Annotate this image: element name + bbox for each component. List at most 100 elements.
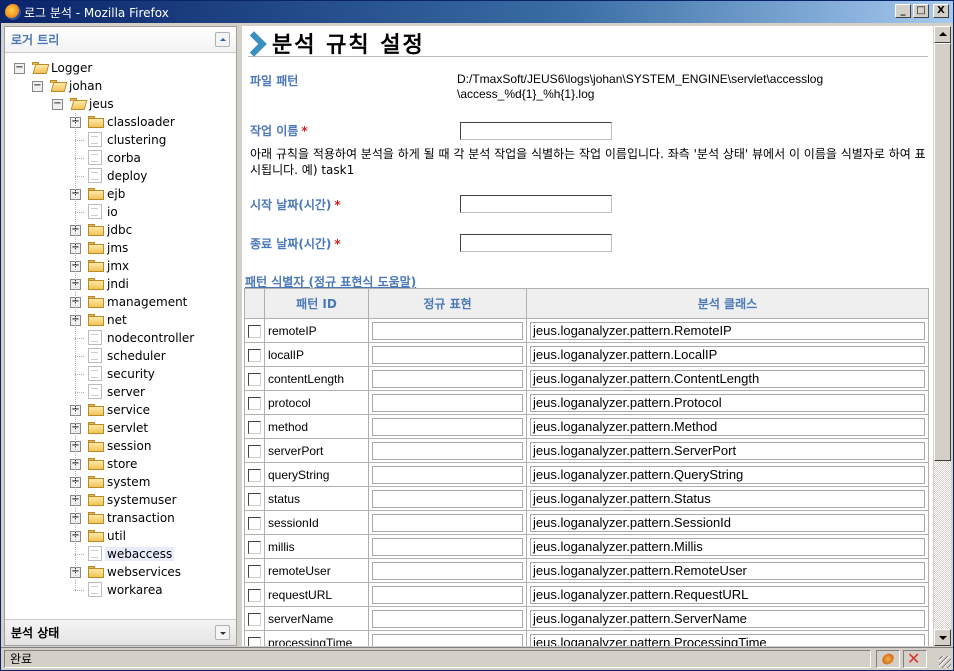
analysis-class-input[interactable]: jeus.loganalyzer.pattern.Status xyxy=(530,489,925,508)
scroll-up-arrow-icon[interactable] xyxy=(934,26,951,43)
stop-icon[interactable]: ✕ xyxy=(903,650,927,668)
tree-node-label[interactable]: server xyxy=(107,385,145,399)
row-checkbox[interactable] xyxy=(248,540,261,554)
tree-node-label[interactable]: jdbc xyxy=(107,223,132,237)
bug-icon[interactable] xyxy=(876,650,900,668)
collapse-icon[interactable]: − xyxy=(52,98,63,110)
regex-input[interactable] xyxy=(372,489,523,508)
tree-node-label[interactable]: systemuser xyxy=(107,493,177,507)
row-checkbox[interactable] xyxy=(248,468,261,482)
tree-node[interactable]: security xyxy=(5,365,236,383)
row-checkbox[interactable] xyxy=(248,372,261,386)
analysis-class-input[interactable]: jeus.loganalyzer.pattern.Method xyxy=(530,417,925,436)
tree-node-label[interactable]: jmx xyxy=(107,259,129,273)
analysis-class-input[interactable]: jeus.loganalyzer.pattern.RequestURL xyxy=(530,585,925,604)
tree-node[interactable]: + management xyxy=(5,293,236,311)
row-checkbox[interactable] xyxy=(248,324,261,338)
tree-node-label[interactable]: management xyxy=(107,295,187,309)
tree-node[interactable]: scheduler xyxy=(5,347,236,365)
tree-node[interactable]: corba xyxy=(5,149,236,167)
tree-node-label[interactable]: classloader xyxy=(107,115,175,129)
regex-input[interactable] xyxy=(372,633,523,646)
tree-node[interactable]: + jmx xyxy=(5,257,236,275)
analysis-class-input[interactable]: jeus.loganalyzer.pattern.LocalIP xyxy=(530,345,925,364)
tree-node-label[interactable]: deploy xyxy=(107,169,147,183)
start-date-input[interactable] xyxy=(460,195,612,213)
tree-node[interactable]: + util xyxy=(5,527,236,545)
collapse-panel-button[interactable] xyxy=(215,32,230,47)
end-date-input[interactable] xyxy=(460,234,612,252)
regex-input[interactable] xyxy=(372,417,523,436)
row-checkbox[interactable] xyxy=(248,420,261,434)
tree-node[interactable]: + jndi xyxy=(5,275,236,293)
tree-node-label[interactable]: net xyxy=(107,313,127,327)
tree-node-label[interactable]: workarea xyxy=(107,583,163,597)
tree-node[interactable]: + webservices xyxy=(5,563,236,581)
tree-node[interactable]: + classloader xyxy=(5,113,236,131)
tree-node[interactable]: + jms xyxy=(5,239,236,257)
tree-node[interactable]: + systemuser xyxy=(5,491,236,509)
vertical-scrollbar[interactable] xyxy=(934,26,951,646)
analysis-class-input[interactable]: jeus.loganalyzer.pattern.QueryString xyxy=(530,465,925,484)
tree-node[interactable]: + net xyxy=(5,311,236,329)
tree-node-label[interactable]: service xyxy=(107,403,150,417)
row-checkbox[interactable] xyxy=(248,588,261,602)
analysis-class-input[interactable]: jeus.loganalyzer.pattern.RemoteIP xyxy=(530,321,925,340)
tree-node[interactable]: clustering xyxy=(5,131,236,149)
tree-node[interactable]: + servlet xyxy=(5,419,236,437)
tree-node[interactable]: + store xyxy=(5,455,236,473)
tree-node-label[interactable]: util xyxy=(107,529,126,543)
analysis-class-input[interactable]: jeus.loganalyzer.pattern.Protocol xyxy=(530,393,925,412)
tree-node-label[interactable]: store xyxy=(107,457,137,471)
tree-node-label[interactable]: servlet xyxy=(107,421,148,435)
tree-node-label[interactable]: nodecontroller xyxy=(107,331,194,345)
tree-node-label[interactable]: clustering xyxy=(107,133,166,147)
tree-node[interactable]: webaccess xyxy=(5,545,236,563)
scroll-down-arrow-icon[interactable] xyxy=(934,629,951,646)
tree-node-label[interactable]: ejb xyxy=(107,187,125,201)
row-checkbox[interactable] xyxy=(248,348,261,362)
tree-node-label[interactable]: jndi xyxy=(107,277,129,291)
tree-node[interactable]: + service xyxy=(5,401,236,419)
tree-node[interactable]: server xyxy=(5,383,236,401)
tree-node-label[interactable]: io xyxy=(107,205,118,219)
row-checkbox[interactable] xyxy=(248,564,261,578)
tree-node-label[interactable]: jms xyxy=(107,241,128,255)
row-checkbox[interactable] xyxy=(248,612,261,626)
row-checkbox[interactable] xyxy=(248,492,261,506)
analysis-class-input[interactable]: jeus.loganalyzer.pattern.RemoteUser xyxy=(530,561,925,580)
tree-node-label[interactable]: session xyxy=(107,439,151,453)
tree-node[interactable]: + jdbc xyxy=(5,221,236,239)
tree-node-label[interactable]: corba xyxy=(107,151,141,165)
tree-node-label[interactable]: johan xyxy=(69,79,102,93)
analysis-class-input[interactable]: jeus.loganalyzer.pattern.ProcessingTime xyxy=(530,633,925,646)
tree-node-label[interactable]: Logger xyxy=(51,61,92,75)
tree-node[interactable]: deploy xyxy=(5,167,236,185)
row-checkbox[interactable] xyxy=(248,516,261,530)
tree-node-label[interactable]: system xyxy=(107,475,150,489)
close-button[interactable]: X xyxy=(933,4,949,18)
tree-node[interactable]: − johan xyxy=(5,77,236,95)
analysis-class-input[interactable]: jeus.loganalyzer.pattern.ContentLength xyxy=(530,369,925,388)
regex-input[interactable] xyxy=(372,441,523,460)
analysis-status-header[interactable]: 분석 상태 xyxy=(5,619,236,645)
tree-node[interactable]: + ejb xyxy=(5,185,236,203)
tree-node[interactable]: io xyxy=(5,203,236,221)
tree-node[interactable]: nodecontroller xyxy=(5,329,236,347)
analysis-class-input[interactable]: jeus.loganalyzer.pattern.Millis xyxy=(530,537,925,556)
tree-node-label[interactable]: webservices xyxy=(107,565,181,579)
resize-grip[interactable] xyxy=(939,656,951,668)
tree-node-label[interactable]: scheduler xyxy=(107,349,166,363)
row-checkbox[interactable] xyxy=(248,444,261,458)
maximize-button[interactable]: □ xyxy=(913,4,929,18)
tree-node-label[interactable]: transaction xyxy=(107,511,175,525)
regex-input[interactable] xyxy=(372,609,523,628)
regex-input[interactable] xyxy=(372,393,523,412)
regex-input[interactable] xyxy=(372,321,523,340)
collapse-icon[interactable]: − xyxy=(14,62,25,74)
tree-node-label[interactable]: jeus xyxy=(89,97,114,111)
row-checkbox[interactable] xyxy=(248,396,261,410)
minimize-button[interactable]: _ xyxy=(895,4,911,18)
regex-input[interactable] xyxy=(372,345,523,364)
regex-input[interactable] xyxy=(372,585,523,604)
